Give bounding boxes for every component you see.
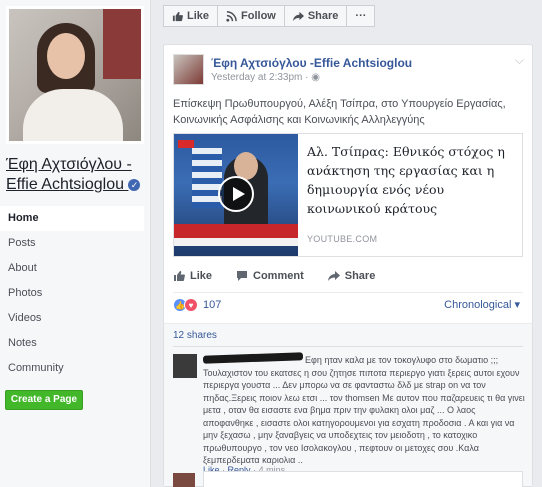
comment-sort-dropdown[interactable]: Chronological ▾ [444, 298, 520, 311]
follow-label: Follow [241, 10, 276, 22]
reactions-count[interactable]: 107 [203, 299, 221, 311]
write-comment-row [173, 471, 523, 487]
page-name-text[interactable]: Έφη Αχτσιόγλου - Effie Achtsioglou [6, 156, 132, 193]
page-share-button[interactable]: Share [283, 5, 348, 27]
post-timestamp[interactable]: Yesterday at 2:33pm · ◉ [211, 72, 320, 83]
profile-photo[interactable] [6, 6, 144, 144]
page-like-button[interactable]: Like [163, 5, 219, 27]
comment-bubble-icon [237, 271, 248, 281]
link-title[interactable]: Αλ. Τσίπρας: Εθνικός στόχος η ανάκτηση τ… [307, 142, 519, 218]
post-share-label: Share [344, 270, 376, 282]
thumbnail-flag [192, 148, 222, 208]
nav-item-notes[interactable]: Notes [0, 331, 144, 356]
post-share-button[interactable]: Share [327, 270, 376, 282]
photo-background [103, 9, 141, 79]
comment-button[interactable]: Comment [236, 270, 304, 282]
comment-text: Εφη ηταν καλα με τον τοκογλυφο στο δωματ… [203, 355, 525, 465]
comment-label: Comment [253, 270, 304, 282]
nav-item-community[interactable]: Community [0, 356, 144, 381]
more-icon: ··· [355, 10, 367, 22]
page-like-label: Like [187, 10, 210, 22]
more-options-button[interactable]: ··· [346, 5, 376, 27]
page-name[interactable]: Έφη Αχτσιόγλου - Effie Achtsioglou ✓ [6, 155, 146, 195]
post-time-text: Yesterday at 2:33pm · [211, 72, 312, 83]
rss-icon [226, 10, 237, 22]
link-domain: YOUTUBE.COM [307, 234, 378, 244]
thumbs-up-icon [174, 271, 185, 281]
create-page-button[interactable]: Create a Page [5, 390, 83, 410]
page-share-label: Share [307, 10, 339, 22]
thumbnail-news-ticker-lower [174, 238, 298, 246]
reactions-summary[interactable]: 👍 ♥ 107 [173, 296, 221, 314]
love-reaction-icon: ♥ [184, 298, 198, 312]
nav-item-videos[interactable]: Videos [0, 306, 144, 331]
shares-count[interactable]: 12 shares [173, 330, 217, 341]
comment-input[interactable] [203, 471, 523, 487]
post-author-avatar[interactable] [173, 54, 204, 85]
post-author-name[interactable]: Έφη Αχτσιόγλου -Effie Achtsioglou [211, 56, 412, 70]
actions-divider [173, 292, 523, 293]
page-action-bar: Like Follow Share ··· [163, 5, 376, 27]
post-actions: Like Comment Share [173, 265, 523, 287]
share-arrow-icon [327, 271, 340, 281]
globe-icon: ◉ [311, 72, 320, 83]
post-options-chevron-icon[interactable]: ⌵ [515, 53, 524, 68]
photo-face [47, 33, 85, 79]
link-preview-card[interactable]: Αλ. Τσίπρας: Εθνικός στόχος η ανάκτηση τ… [173, 133, 523, 257]
post-text: Επίσκεψη Πρωθυπουργού, Αλέξη Τσίπρα, στο… [173, 98, 506, 126]
thumbnail-news-ticker [174, 224, 298, 238]
video-thumbnail[interactable] [174, 134, 298, 256]
verified-badge-icon: ✓ [128, 179, 141, 191]
nav-item-posts[interactable]: Posts [0, 231, 144, 256]
nav-item-home[interactable]: Home [0, 206, 144, 231]
share-arrow-icon [292, 11, 304, 21]
nav-item-photos[interactable]: Photos [0, 281, 144, 306]
post-like-label: Like [190, 270, 213, 282]
comments-divider [173, 346, 523, 347]
post-like-button[interactable]: Like [173, 270, 212, 282]
post-card: Έφη Αχτσιόγλου -Effie Achtsioglou Yester… [163, 44, 533, 487]
commenter-avatar[interactable] [173, 354, 197, 378]
thumbs-up-icon [172, 11, 183, 21]
current-user-avatar [173, 473, 195, 487]
channel-logo [178, 140, 194, 148]
comments-section: 12 shares Εφη ηταν καλα με τον τοκογλυφο… [164, 323, 532, 487]
follow-button[interactable]: Follow [217, 5, 285, 27]
left-sidebar: Έφη Αχτσιόγλου - Effie Achtsioglou ✓ Hom… [0, 0, 151, 487]
play-icon[interactable] [218, 176, 254, 212]
photo-body [23, 89, 123, 141]
nav-item-about[interactable]: About [0, 256, 144, 281]
page-nav: Home Posts About Photos Videos Notes Com… [0, 206, 144, 381]
